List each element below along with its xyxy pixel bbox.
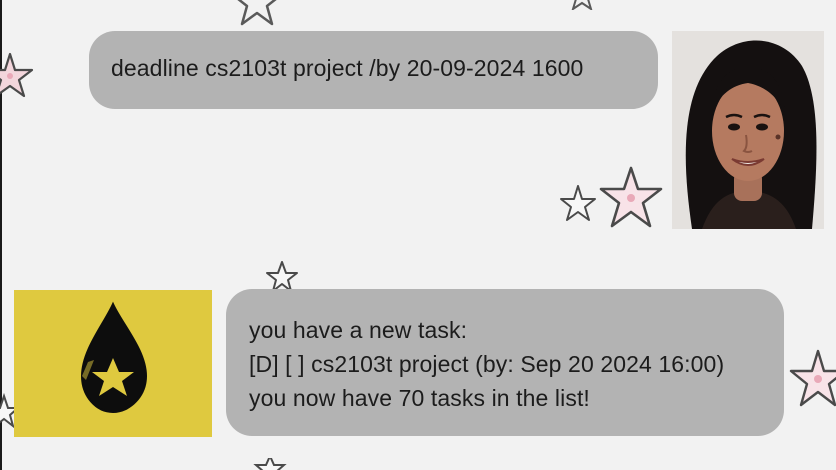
bot-message-line-1: you have a new task: xyxy=(249,317,468,343)
starfish-decoration-right xyxy=(789,349,836,407)
user-message-bubble: deadline cs2103t project /by 20-09-2024 … xyxy=(89,31,658,109)
starfish-decoration-mid-large xyxy=(599,166,663,228)
starfish-decoration-bottom xyxy=(253,458,287,470)
bot-message-bubble: you have a new task: [D] [ ] cs2103t pro… xyxy=(226,289,784,436)
bot-avatar xyxy=(14,290,212,437)
user-avatar xyxy=(672,31,824,229)
user-message-text: deadline cs2103t project /by 20-09-2024 … xyxy=(111,55,584,81)
bot-message-line-3: you now have 70 tasks in the list! xyxy=(249,385,590,411)
starfish-decoration-top xyxy=(237,0,277,26)
droplet-star-icon xyxy=(14,290,212,437)
user-portrait-icon xyxy=(672,31,824,229)
starfish-decoration-left xyxy=(0,52,34,98)
starfish-decoration-top-right xyxy=(571,0,593,10)
bot-message-line-2: [D] [ ] cs2103t project (by: Sep 20 2024… xyxy=(249,351,725,377)
